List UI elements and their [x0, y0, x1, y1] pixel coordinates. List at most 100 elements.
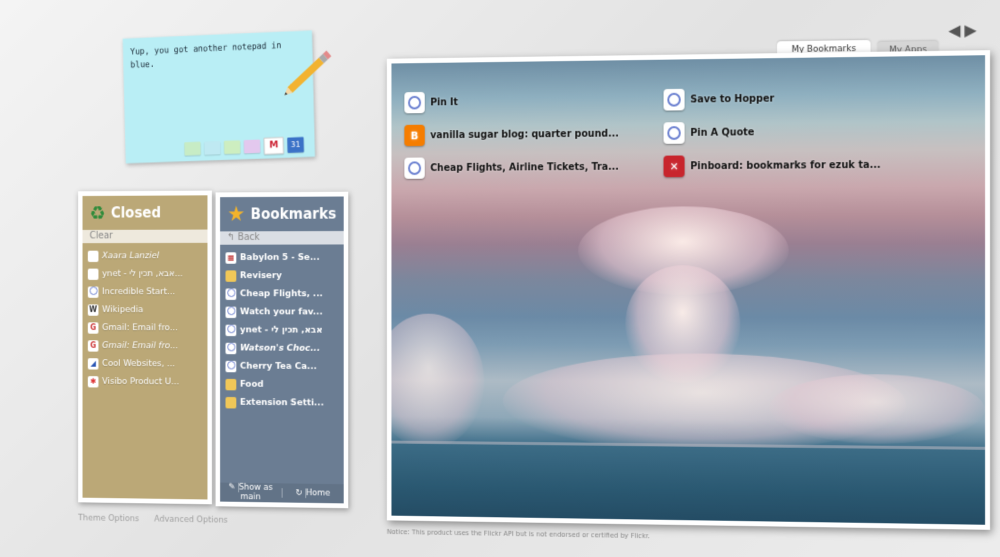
speed-dial-item[interactable]: B vanilla sugar blog: quarter pound...	[404, 117, 619, 152]
list-item[interactable]: W Wikipedia	[87, 301, 208, 319]
list-item[interactable]: ▦ Babylon 5 - Se...	[225, 248, 344, 266]
list-item-label: Extension Setti...	[239, 397, 324, 409]
list-item[interactable]: G Gmail: Email fro...	[87, 319, 208, 337]
home-button[interactable]: ↻ Home	[281, 488, 344, 499]
speed-dial: Pin It B vanilla sugar blog: quarter pou…	[404, 79, 979, 179]
visibo-icon: ✱	[87, 375, 99, 388]
recycle-icon: ♻	[89, 201, 106, 225]
arrow-left-icon[interactable]: ◀	[948, 21, 960, 40]
speed-dial-label: Pin A Quote	[690, 126, 755, 139]
page-icon	[87, 250, 99, 262]
speed-dial-label: Pin It	[430, 96, 459, 108]
closed-tab-list: Xaara Lanziel ynet - אבא, תכין לי... Inc…	[83, 247, 208, 391]
pin-icon: ✎	[228, 482, 236, 493]
list-item-label: Babylon 5 - Se...	[239, 252, 320, 263]
speed-dial-item[interactable]: Save to Hopper	[663, 80, 881, 116]
calendar-icon[interactable]: 31	[287, 136, 304, 153]
speed-dial-left-column: Pin It B vanilla sugar blog: quarter pou…	[404, 84, 619, 185]
list-item-label: Cool Websites, ...	[102, 358, 176, 370]
list-item[interactable]: Extension Setti...	[225, 393, 344, 412]
globe-icon	[225, 288, 237, 300]
list-item[interactable]: Cherry Tea Ca...	[225, 357, 344, 376]
list-item-label: Revisery	[239, 270, 282, 281]
list-item-label: Watch your fav...	[239, 306, 323, 318]
back-button[interactable]: ↰ Back	[220, 231, 344, 245]
home-button-label: Home	[305, 488, 331, 499]
flickr-notice: Notice: This product uses the Flickr API…	[386, 528, 650, 541]
gmail-icon[interactable]: M	[263, 136, 284, 155]
list-item-label: Xaara Lanziel	[102, 250, 160, 262]
speed-dial-item[interactable]: Cheap Flights, Airline Tickets, Tra...	[404, 150, 619, 184]
list-item[interactable]: ◢ Cool Websites, ...	[87, 354, 208, 373]
note-text[interactable]: Yup, you got another notepad in blue.	[130, 39, 284, 72]
speed-dial-right-column: Save to Hopper Pin A Quote ✕ Pinboard: b…	[663, 80, 881, 183]
speed-dial-label: Save to Hopper	[690, 93, 775, 105]
green-swatch[interactable]	[184, 141, 201, 156]
show-as-main-button[interactable]: ✎ Show as main	[220, 483, 281, 503]
closed-panel-title: Closed	[110, 204, 162, 222]
list-item[interactable]: Watson's Choc...	[225, 339, 344, 358]
list-item[interactable]: G Gmail: Email fro...	[87, 336, 208, 355]
list-item[interactable]: ynet - אבא, תכין לי...	[87, 265, 208, 283]
list-item[interactable]: Xaara Lanziel	[87, 247, 208, 265]
speed-dial-item[interactable]: Pin It	[404, 84, 619, 119]
lime-swatch[interactable]	[223, 140, 241, 155]
pinboard-icon: ✕	[663, 155, 685, 178]
bookmarks-panel-header: ★ Bookmarks	[220, 197, 344, 232]
theme-options-link[interactable]: Theme Options	[78, 514, 139, 524]
home-icon: ↻	[295, 488, 303, 498]
list-item-label: Incredible Start...	[102, 286, 176, 297]
page-icon	[87, 268, 99, 280]
clear-button[interactable]: Clear	[82, 229, 208, 244]
closed-panel-header: ♻ Closed	[83, 195, 208, 230]
list-item[interactable]: Watch your fav...	[225, 303, 344, 321]
star-icon: ★	[227, 202, 246, 227]
folder-icon	[225, 378, 237, 390]
list-item[interactable]: Food	[225, 375, 344, 394]
list-item-label: ynet - אבא, תכין לי	[239, 324, 323, 336]
globe-icon	[404, 91, 425, 114]
list-item[interactable]: Cheap Flights, ...	[225, 285, 344, 303]
back-arrow-icon: ↰	[227, 232, 235, 243]
list-item[interactable]: Incredible Start...	[87, 283, 208, 301]
new-tab-page: Yup, you got another notepad in blue. M …	[62, 0, 1000, 557]
wikipedia-icon: W	[87, 303, 99, 316]
list-item-label: Watson's Choc...	[239, 342, 321, 354]
globe-icon	[225, 360, 237, 372]
globe-icon	[404, 157, 425, 179]
site-icon: ◢	[87, 357, 99, 370]
gmail-icon: G	[87, 321, 99, 334]
list-item-label: Visibo Product U...	[102, 376, 180, 388]
bookmark-list: ▦ Babylon 5 - Se... Revisery Cheap Flight…	[220, 248, 344, 412]
globe-icon	[225, 324, 237, 336]
sticky-note[interactable]: Yup, you got another notepad in blue. M …	[122, 30, 332, 164]
speed-dial-label: vanilla sugar blog: quarter pound...	[430, 128, 619, 141]
background-photo-frame: Pin It B vanilla sugar blog: quarter pou…	[386, 50, 991, 530]
globe-icon	[87, 286, 99, 298]
show-as-main-label: Show as main	[237, 482, 273, 503]
bookmarks-panel-title: Bookmarks	[250, 205, 337, 223]
list-item-label: Gmail: Email fro...	[102, 322, 178, 334]
globe-icon	[663, 122, 685, 144]
purple-swatch[interactable]	[243, 139, 261, 154]
list-item-label: Wikipedia	[102, 304, 144, 315]
back-button-label: Back	[237, 232, 260, 243]
bookmarks-panel-footer: ✎ Show as main ↻ Home	[220, 482, 344, 504]
advanced-options-link[interactable]: Advanced Options	[154, 515, 228, 526]
speed-dial-item[interactable]: ✕ Pinboard: bookmarks for ezuk ta...	[663, 148, 881, 183]
pencil-icon	[282, 50, 332, 98]
note-color-picker: M 31	[184, 136, 304, 157]
sea	[391, 443, 986, 525]
blogger-icon: B	[404, 124, 425, 147]
folder-icon	[225, 396, 237, 409]
speed-dial-item[interactable]: Pin A Quote	[663, 114, 881, 150]
blue-swatch[interactable]	[204, 141, 221, 155]
globe-icon	[225, 306, 237, 318]
list-item[interactable]: Revisery	[225, 267, 344, 285]
list-item[interactable]: ✱ Visibo Product U...	[87, 372, 208, 391]
arrow-right-icon[interactable]: ▶	[965, 20, 977, 39]
list-item-label: ynet - אבא, תכין לי...	[102, 268, 183, 279]
bottom-options: Theme Options Advanced Options	[78, 514, 240, 526]
closed-tabs-panel: ♻ Closed Clear Xaara Lanziel ynet - אבא,…	[78, 190, 212, 505]
list-item[interactable]: ynet - אבא, תכין לי	[225, 321, 344, 340]
